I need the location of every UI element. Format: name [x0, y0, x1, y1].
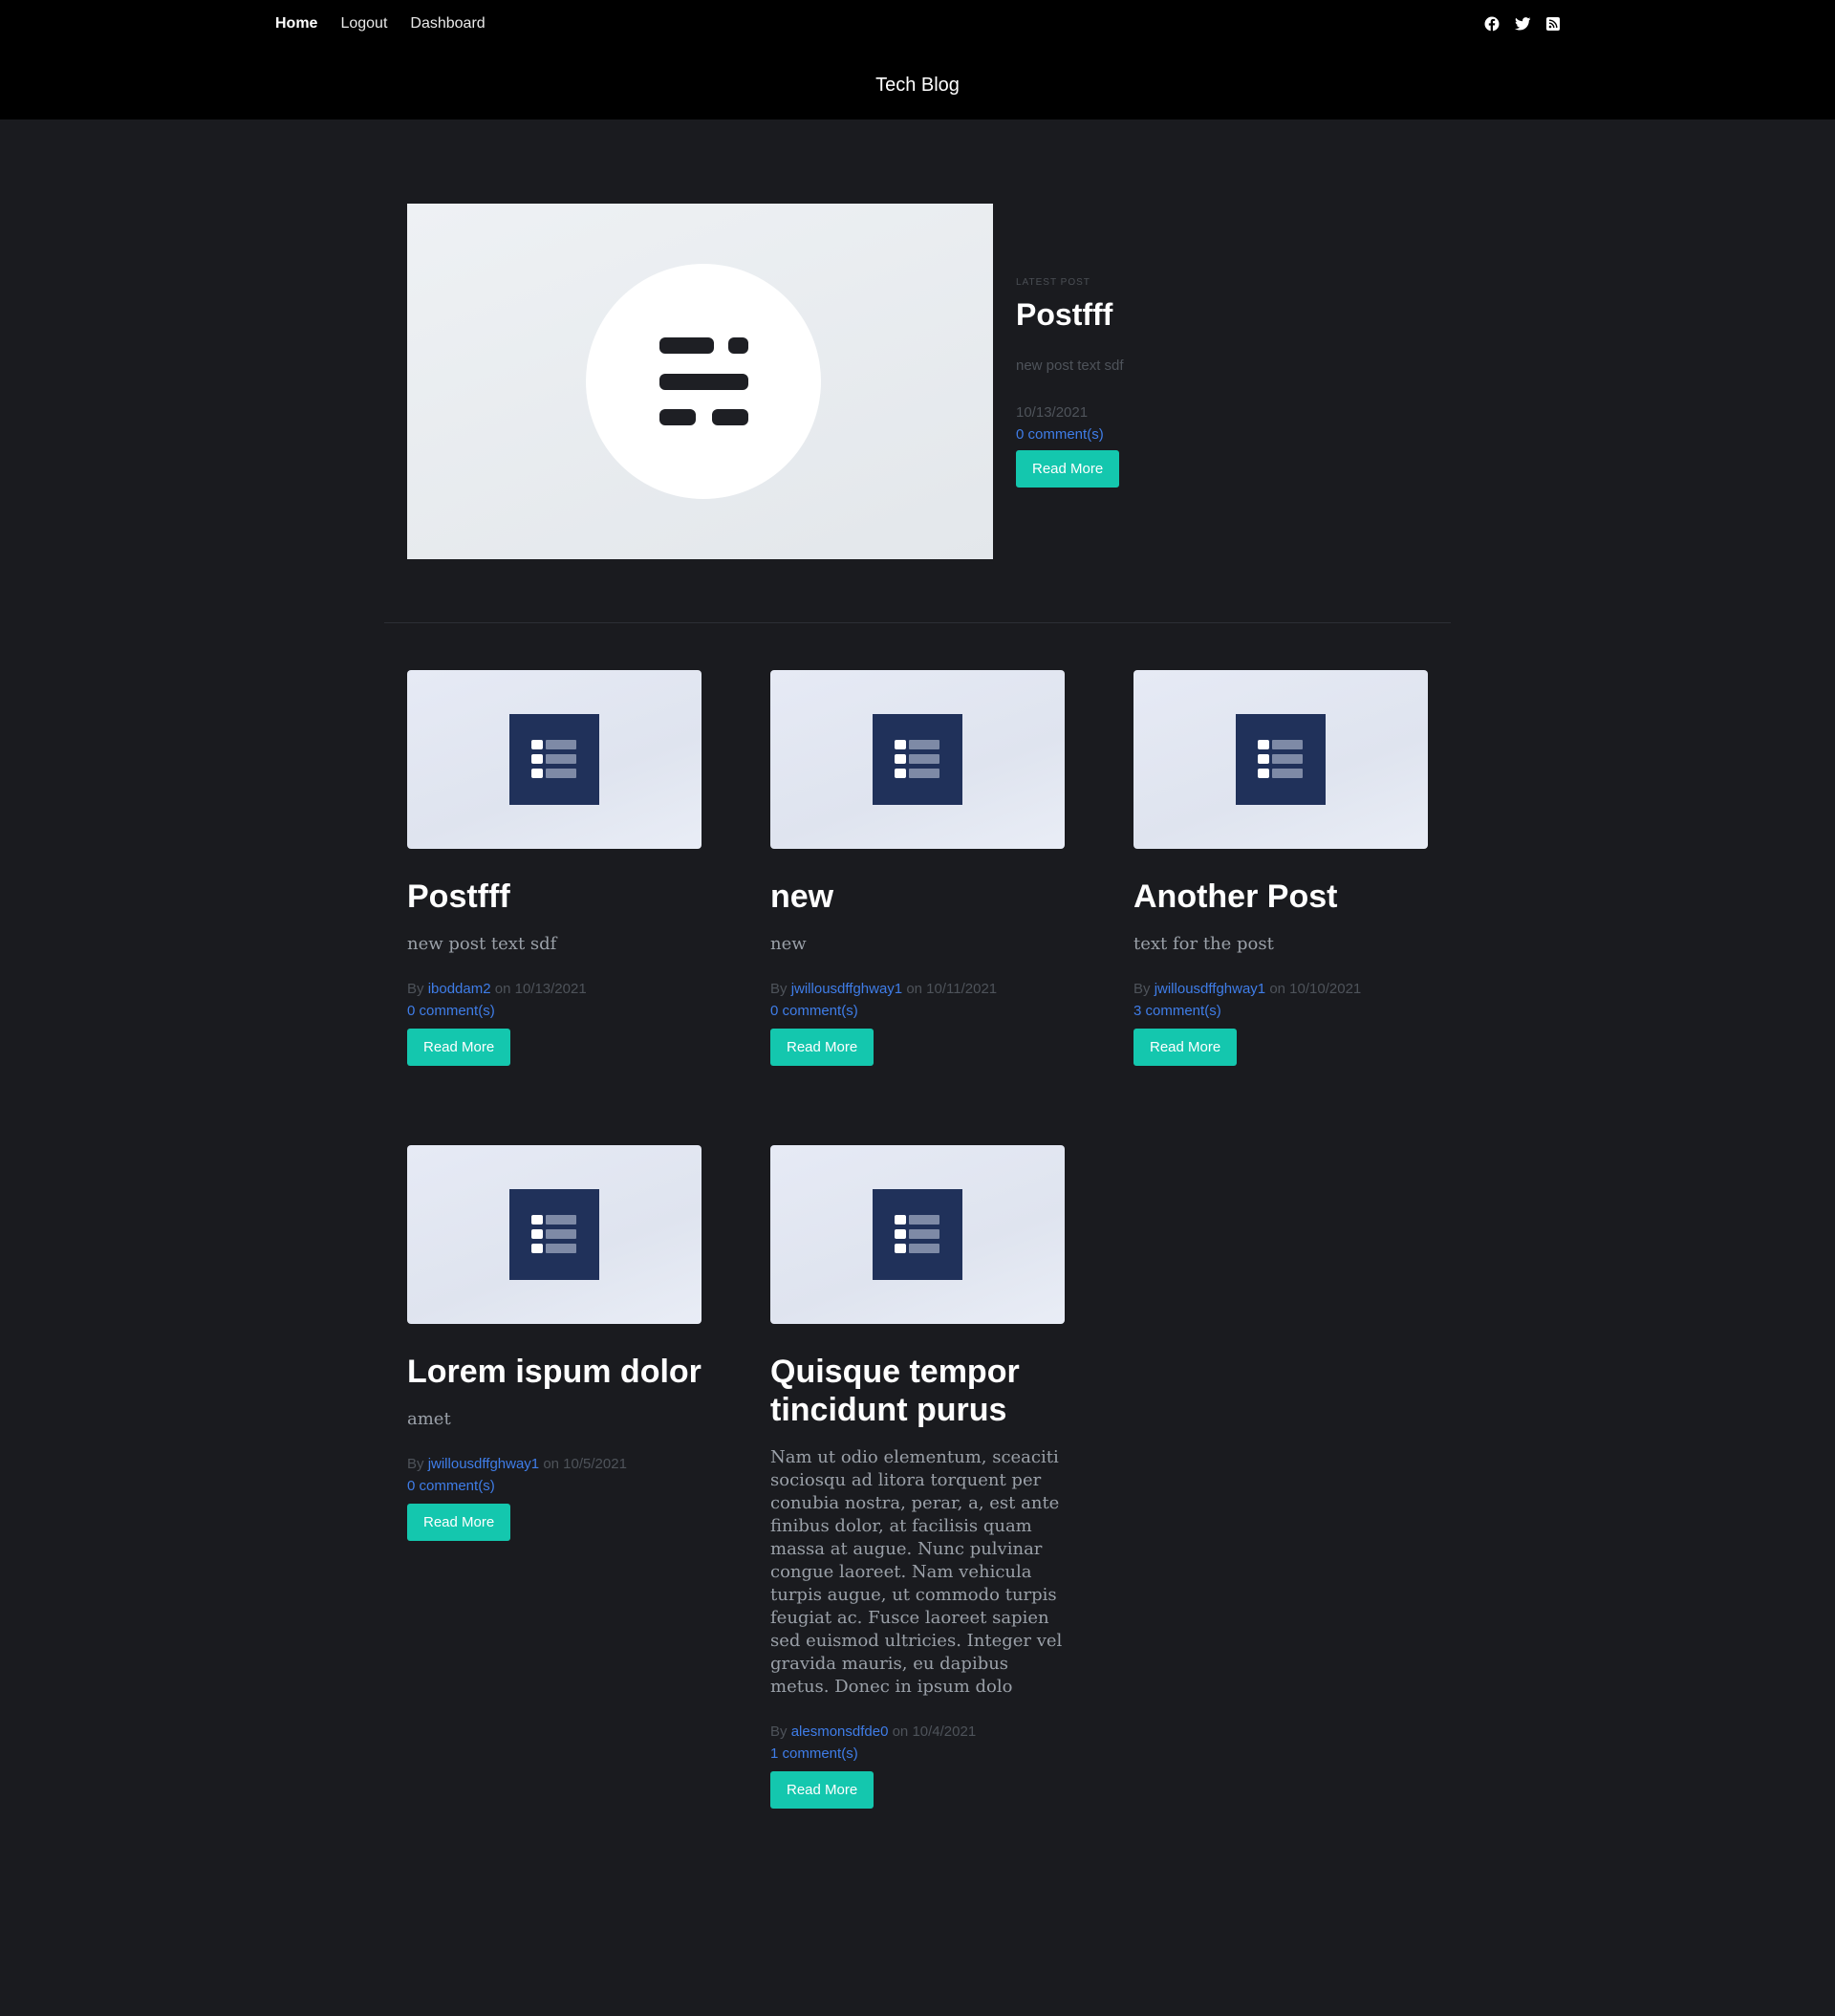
nav-home-link[interactable]: Home	[275, 15, 317, 33]
by-label: By	[770, 1723, 788, 1740]
post-card: Postfff new post text sdf By iboddam2 on…	[407, 670, 702, 1066]
read-more-button[interactable]: Read More	[1133, 1029, 1238, 1066]
post-author-link[interactable]: alesmonsdfde0	[791, 1723, 889, 1740]
read-more-button[interactable]: Read More	[407, 1504, 511, 1541]
facebook-icon[interactable]	[1483, 15, 1500, 33]
read-more-button[interactable]: Read More	[770, 1029, 874, 1066]
post-date: on 10/4/2021	[892, 1723, 977, 1740]
post-title[interactable]: new	[770, 878, 1065, 916]
post-author-link[interactable]: jwillousdffghway1	[428, 1456, 539, 1472]
post-meta: By iboddam2 on 10/13/2021	[407, 981, 702, 997]
by-label: By	[770, 981, 788, 997]
post-thumbnail[interactable]	[770, 1145, 1065, 1324]
top-bar: Home Logout Dashboard Tech Blog	[0, 0, 1835, 119]
post-card: new new By jwillousdffghway1 on 10/11/20…	[770, 670, 1065, 1066]
featured-post-title[interactable]: Postfff	[1016, 297, 1398, 333]
post-meta: By jwillousdffghway1 on 10/5/2021	[407, 1456, 702, 1472]
post-author-link[interactable]: jwillousdffghway1	[791, 981, 902, 997]
post-card: Quisque tempor tincidunt purus Nam ut od…	[770, 1145, 1065, 1809]
post-comments-link[interactable]: 0 comment(s)	[407, 1478, 702, 1494]
featured-post-date: 10/13/2021	[1016, 404, 1089, 421]
social-links	[1483, 15, 1562, 33]
post-excerpt: Nam ut odio elementum, sceaciti sociosqu…	[770, 1447, 1063, 1697]
post-excerpt: text for the post	[1133, 934, 1274, 954]
post-date: on 10/5/2021	[543, 1456, 627, 1472]
post-comments-link[interactable]: 0 comment(s)	[407, 1003, 702, 1019]
list-icon	[509, 714, 599, 805]
post-date: on 10/13/2021	[494, 981, 587, 997]
list-icon	[1236, 714, 1326, 805]
post-excerpt: new	[770, 934, 807, 954]
featured-post-image[interactable]	[407, 204, 993, 559]
twitter-icon[interactable]	[1514, 15, 1531, 33]
post-placeholder-icon	[586, 264, 821, 499]
post-title[interactable]: Quisque tempor tincidunt purus	[770, 1353, 1065, 1429]
main-nav: Home Logout Dashboard	[275, 15, 486, 33]
post-comments-link[interactable]: 3 comment(s)	[1133, 1003, 1428, 1019]
post-title[interactable]: Lorem ispum dolor	[407, 1353, 702, 1391]
post-thumbnail[interactable]	[407, 670, 702, 849]
post-title[interactable]: Postfff	[407, 878, 702, 916]
post-date: on 10/10/2021	[1269, 981, 1362, 997]
featured-post: LATEST POST Postfff new post text sdf 10…	[1016, 277, 1398, 488]
nav-dashboard-link[interactable]: Dashboard	[410, 15, 485, 33]
post-title[interactable]: Another Post	[1133, 878, 1428, 916]
by-label: By	[407, 1456, 424, 1472]
list-icon	[873, 1189, 962, 1280]
post-meta: By alesmonsdfde0 on 10/4/2021	[770, 1723, 1065, 1740]
post-thumbnail[interactable]	[770, 670, 1065, 849]
by-label: By	[1133, 981, 1151, 997]
post-thumbnail[interactable]	[407, 1145, 702, 1324]
post-excerpt: new post text sdf	[407, 934, 557, 954]
post-date: on 10/11/2021	[906, 981, 998, 997]
read-more-button[interactable]: Read More	[770, 1771, 874, 1809]
post-card: Another Post text for the post By jwillo…	[1133, 670, 1428, 1066]
post-comments-link[interactable]: 0 comment(s)	[770, 1003, 1065, 1019]
list-icon	[873, 714, 962, 805]
section-divider	[384, 622, 1451, 623]
post-card: Lorem ispum dolor amet By jwillousdffghw…	[407, 1145, 702, 1541]
post-excerpt: amet	[407, 1409, 451, 1429]
rss-icon[interactable]	[1544, 15, 1562, 33]
nav-logout-link[interactable]: Logout	[340, 15, 387, 33]
by-label: By	[407, 981, 424, 997]
read-more-button[interactable]: Read More	[407, 1029, 511, 1066]
post-meta: By jwillousdffghway1 on 10/11/2021	[770, 981, 1065, 997]
featured-post-excerpt: new post text sdf	[1016, 358, 1124, 374]
post-comments-link[interactable]: 1 comment(s)	[770, 1745, 1065, 1762]
latest-post-label: LATEST POST	[1016, 277, 1090, 288]
post-meta: By jwillousdffghway1 on 10/10/2021	[1133, 981, 1428, 997]
featured-post-comments-link[interactable]: 0 comment(s)	[1016, 426, 1398, 443]
featured-read-more-button[interactable]: Read More	[1016, 450, 1120, 488]
site-title[interactable]: Tech Blog	[0, 75, 1835, 97]
post-author-link[interactable]: jwillousdffghway1	[1155, 981, 1265, 997]
post-author-link[interactable]: iboddam2	[428, 981, 491, 997]
post-thumbnail[interactable]	[1133, 670, 1428, 849]
list-icon	[509, 1189, 599, 1280]
